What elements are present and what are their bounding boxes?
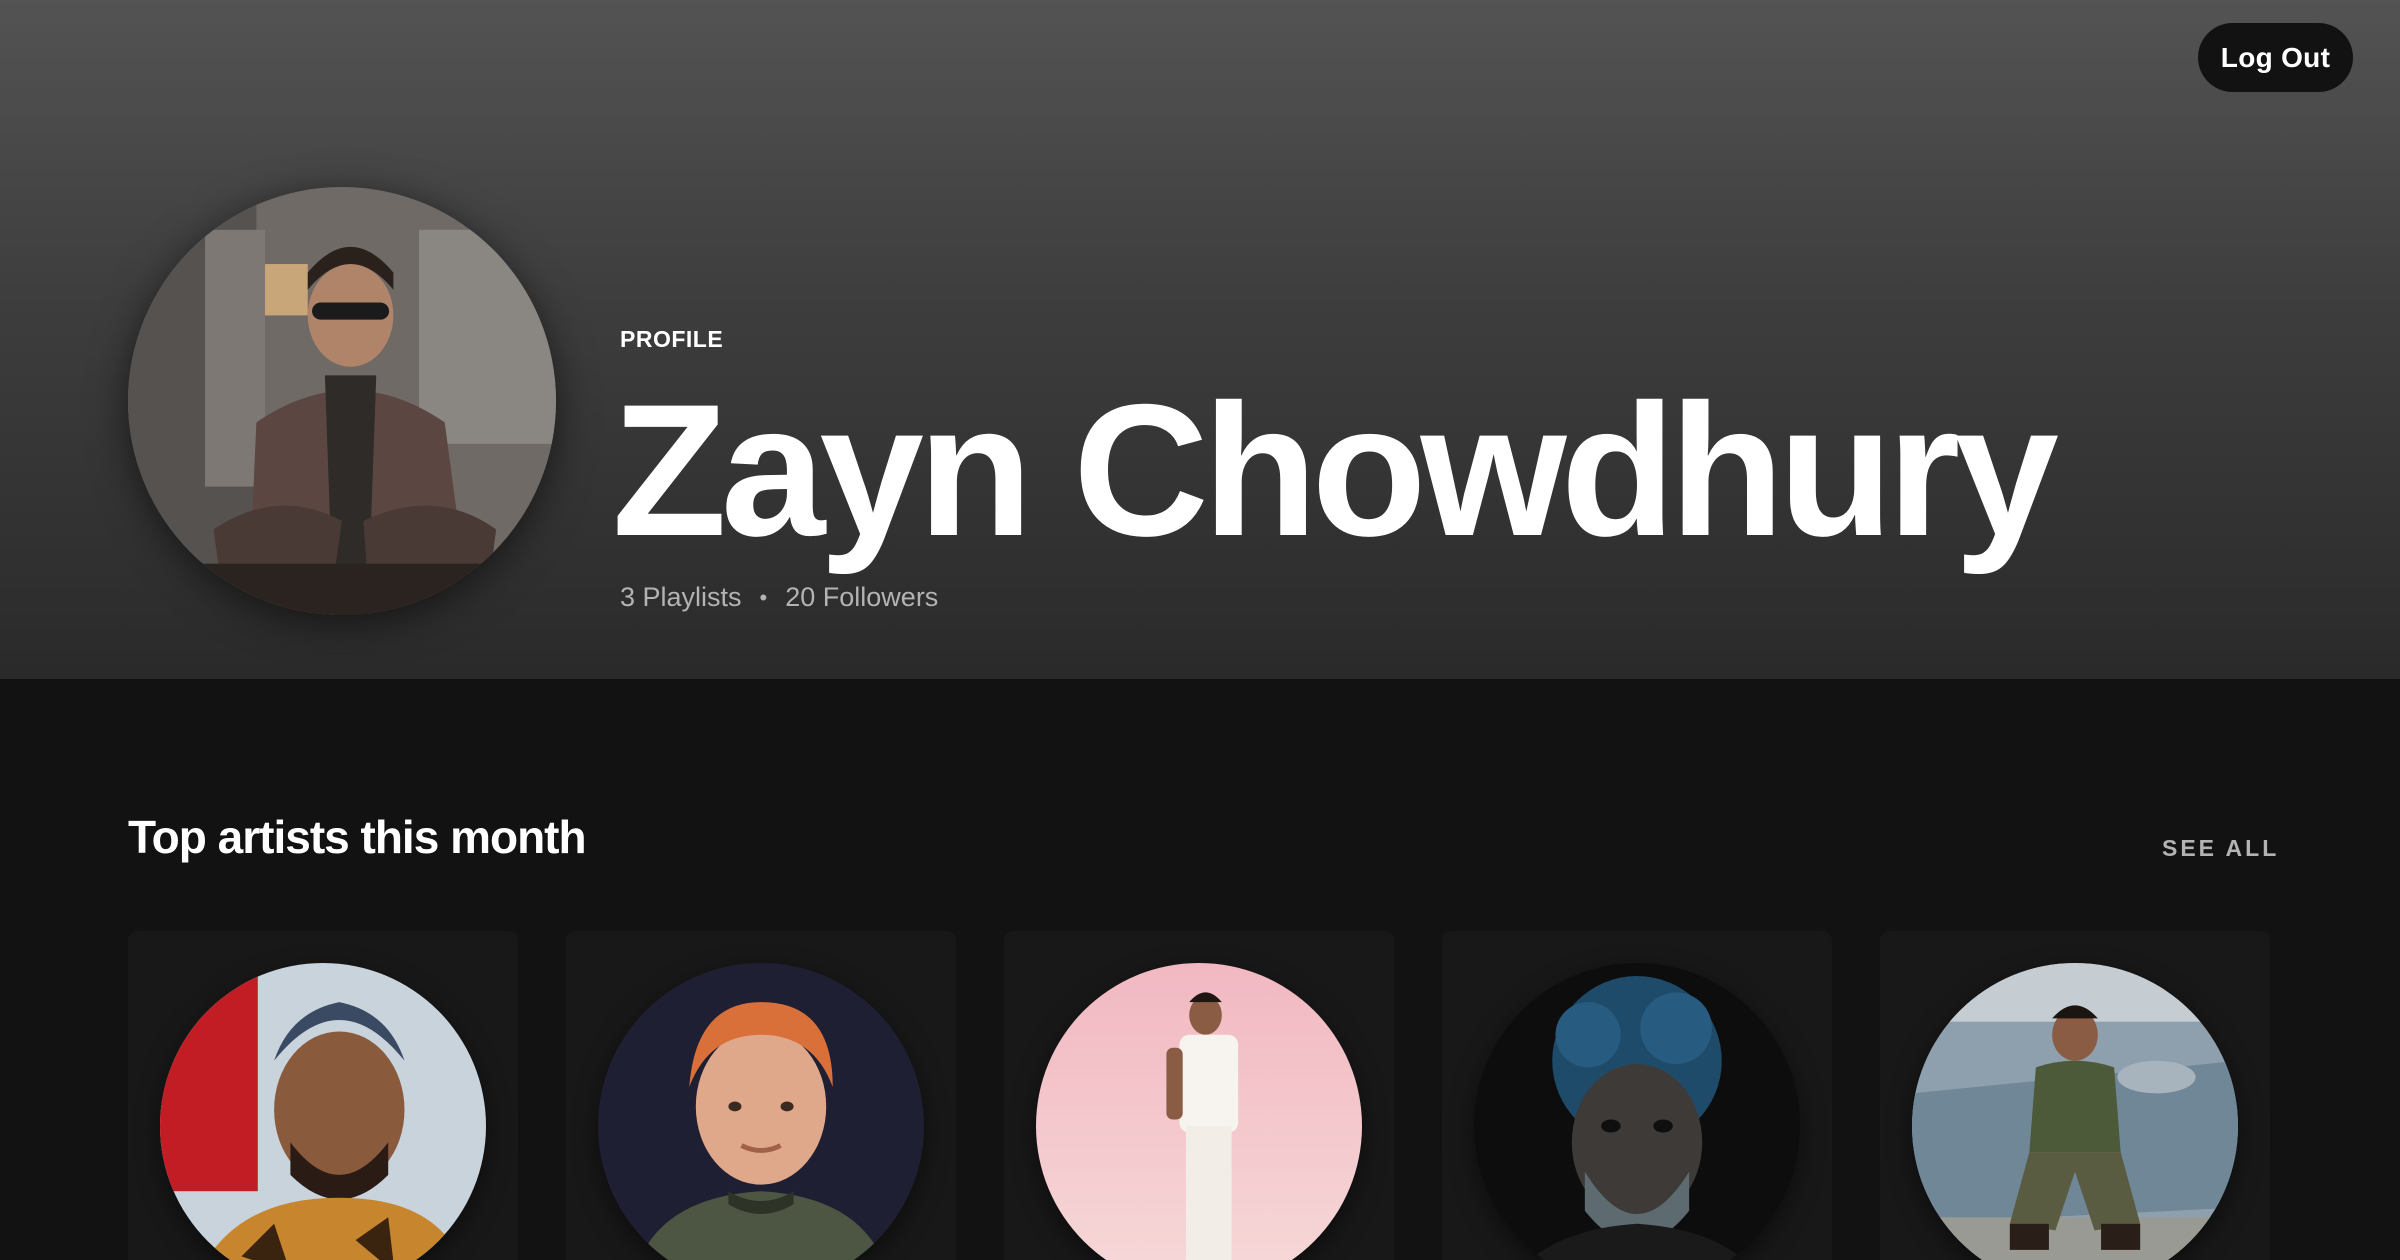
artist-card[interactable] <box>128 931 518 1260</box>
profile-page: Log Out PROFILE Zayn Chowdhury 3 Playlis… <box>0 0 2400 1260</box>
followers-count[interactable]: 20 Followers <box>785 582 938 613</box>
artist-card[interactable] <box>1004 931 1394 1260</box>
profile-type-label: PROFILE <box>620 326 724 352</box>
artist-card[interactable] <box>1880 931 2270 1260</box>
artist-card[interactable] <box>566 931 956 1260</box>
stats-separator: • <box>759 584 768 610</box>
artist-avatar-2-icon <box>598 963 924 1260</box>
top-artists-title[interactable]: Top artists this month <box>128 810 587 864</box>
profile-name: Zayn Chowdhury <box>612 365 2059 575</box>
artist-avatar-1-icon <box>160 963 486 1260</box>
profile-photo-icon <box>128 187 556 615</box>
artist-avatar-3-icon <box>1036 963 1362 1260</box>
artist-image <box>1474 963 1800 1260</box>
artist-image <box>160 963 486 1260</box>
see-all-link[interactable]: SEE ALL <box>2162 835 2279 862</box>
artist-image <box>1036 963 1362 1260</box>
profile-stats: 3 Playlists • 20 Followers <box>620 582 938 613</box>
profile-header: Log Out PROFILE Zayn Chowdhury 3 Playlis… <box>0 0 2400 679</box>
artist-avatar-4-icon <box>1474 963 1800 1260</box>
artist-card[interactable] <box>1442 931 1832 1260</box>
top-artists-list <box>128 931 2272 1260</box>
profile-avatar[interactable] <box>128 187 556 615</box>
logout-button[interactable]: Log Out <box>2198 23 2353 92</box>
artist-avatar-5-icon <box>1912 963 2238 1260</box>
artist-image <box>1912 963 2238 1260</box>
artist-image <box>598 963 924 1260</box>
playlists-count[interactable]: 3 Playlists <box>620 582 742 613</box>
